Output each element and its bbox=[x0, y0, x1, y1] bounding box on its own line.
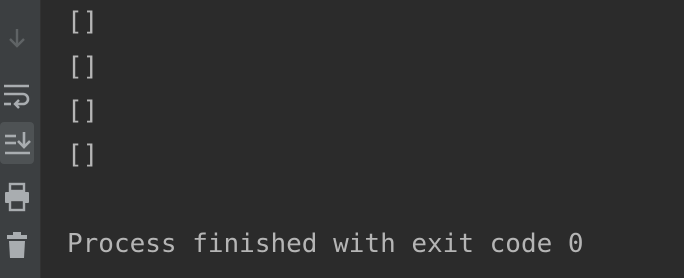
arrow-down-icon bbox=[9, 29, 25, 48]
trash-icon bbox=[7, 232, 27, 258]
scroll-to-end-button[interactable] bbox=[0, 122, 34, 164]
output-line: [] bbox=[67, 7, 99, 37]
scroll-down-button[interactable] bbox=[0, 18, 34, 60]
soft-wrap-button[interactable] bbox=[0, 74, 34, 116]
output-line: [] bbox=[67, 96, 99, 126]
console-output[interactable]: [] [] [] [] Process finished with exit c… bbox=[41, 0, 684, 278]
console-toolbar bbox=[0, 0, 41, 278]
output-line: [] bbox=[67, 52, 99, 82]
print-icon bbox=[5, 182, 29, 212]
run-console-window: [] [] [] [] Process finished with exit c… bbox=[0, 0, 684, 278]
soft-wrap-icon bbox=[4, 84, 30, 109]
scroll-to-end-icon bbox=[5, 132, 31, 155]
output-line: [] bbox=[67, 140, 99, 170]
print-button[interactable] bbox=[0, 176, 34, 218]
clear-all-button[interactable] bbox=[0, 224, 34, 266]
exit-message: Process finished with exit code 0 bbox=[67, 229, 584, 259]
